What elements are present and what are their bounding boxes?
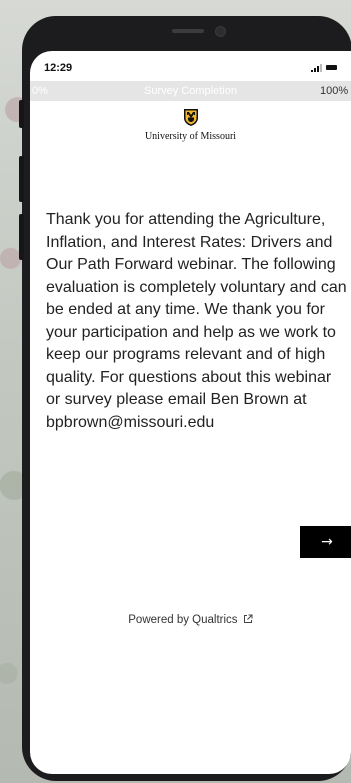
battery-icon: [326, 65, 337, 70]
speaker-grille: [172, 29, 204, 33]
university-name: University of Missouri: [144, 131, 237, 142]
status-time: 12:29: [44, 62, 73, 74]
powered-by-label: Powered by Qualtrics: [128, 614, 238, 626]
next-button[interactable]: →: [300, 526, 351, 558]
phone-screen: 12:29 0% Survey Completion 100% Universi…: [30, 51, 351, 774]
progress-end-label: 100%: [320, 85, 349, 97]
volume-down-button: [19, 214, 24, 260]
university-shield-logo-icon: [183, 109, 198, 126]
mute-switch: [19, 100, 24, 128]
survey-intro-text: Thank you for attending the Agriculture,…: [46, 211, 347, 431]
powered-by-qualtrics-link[interactable]: Powered by Qualtrics: [30, 614, 351, 626]
progress-title: Survey Completion: [144, 85, 237, 97]
university-logo: University of Missouri: [30, 109, 351, 142]
survey-progress-bar: 0% Survey Completion 100%: [30, 81, 351, 101]
front-camera: [215, 26, 226, 37]
volume-up-button: [19, 156, 24, 202]
external-link-icon: [243, 614, 253, 623]
signal-icon: [311, 64, 322, 72]
status-bar: 12:29: [30, 51, 351, 81]
phone-frame: 12:29 0% Survey Completion 100% Universi…: [19, 16, 351, 781]
